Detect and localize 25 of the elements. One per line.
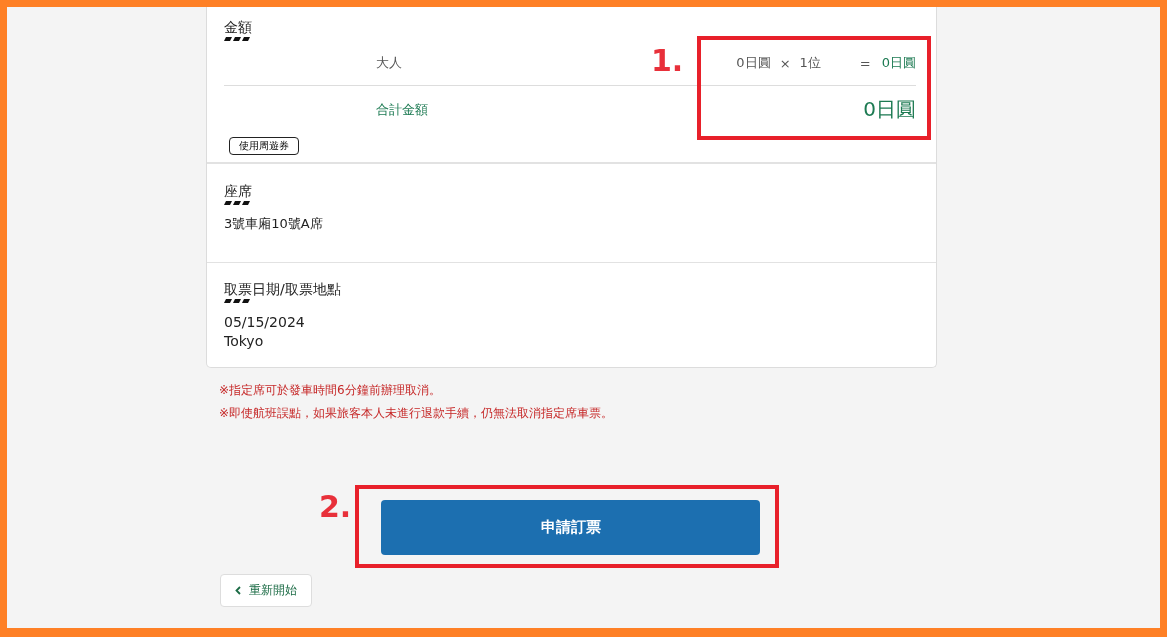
dash-mark-icon <box>224 299 250 303</box>
fare-label: 大人 <box>376 54 402 72</box>
step-number: 2. <box>319 489 352 524</box>
dash-mark-icon <box>224 37 250 41</box>
equals-sign: = <box>859 55 871 71</box>
section-heading: 取票日期/取票地點 <box>224 280 342 298</box>
section-heading: 座席 <box>224 182 253 200</box>
dash-mark-icon <box>224 201 250 205</box>
step-number: 1. <box>651 43 684 78</box>
total-label: 合計金額 <box>376 100 428 119</box>
notice-text: ※即使航班誤點，如果旅客本人未進行退款手續，仍無法取消指定席車票。 <box>219 405 615 422</box>
unit-price: 0日圓 <box>736 54 771 72</box>
subtotal: 0日圓 <box>881 54 916 72</box>
pickup-detail: 05/15/2024 <box>224 313 306 332</box>
multiply-sign: × <box>779 55 791 71</box>
submit-button[interactable]: 申請訂票 <box>381 500 760 555</box>
restart-button[interactable]: 重新開始 <box>220 574 312 607</box>
seat-value: 3號車廂10號A席 <box>224 215 324 233</box>
notice-text: ※指定席可於發車時間6分鐘前辦理取消。 <box>219 382 442 399</box>
pickup-detail: Tokyo <box>224 332 265 351</box>
total-amount: 0日圓 <box>863 96 916 123</box>
section-heading: 金額 <box>224 18 253 36</box>
passenger-count: 1位 <box>799 54 821 72</box>
pass-button[interactable]: 使用周遊券 <box>229 137 299 155</box>
chevron-left-icon <box>235 586 241 595</box>
